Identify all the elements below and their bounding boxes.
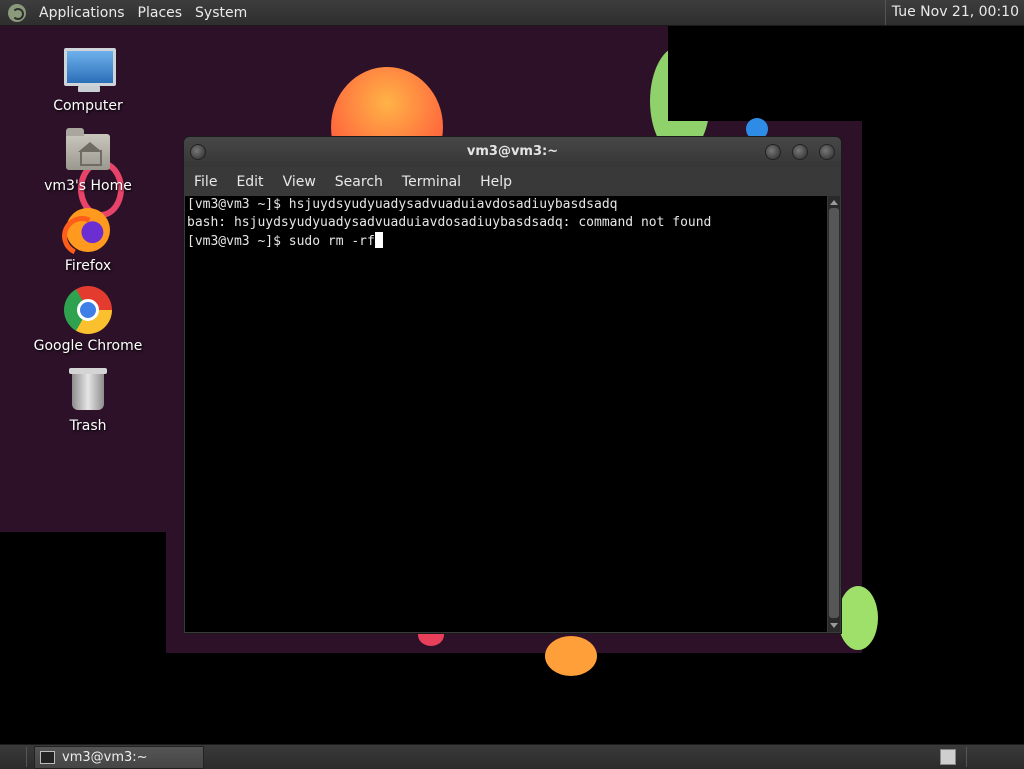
menu-file[interactable]: File xyxy=(194,174,217,190)
workspace-switcher-icon[interactable] xyxy=(940,749,956,765)
scrollbar-thumb[interactable] xyxy=(829,208,839,618)
terminal-titlebar[interactable]: vm3@vm3:~ xyxy=(184,137,841,167)
terminal-line: bash: hsjuydsyudyuadysadvuaduiavdosadiuy… xyxy=(187,215,712,230)
clock[interactable]: Tue Nov 21, 00:10 xyxy=(884,0,1019,25)
scroll-up-icon[interactable] xyxy=(830,200,838,205)
maximize-button[interactable] xyxy=(792,144,808,160)
taskbar-terminal-button[interactable]: vm3@vm3:~ xyxy=(34,746,204,769)
desktop-icon-label: Firefox xyxy=(64,258,112,274)
applications-menu[interactable]: Applications xyxy=(39,5,125,21)
menu-terminal[interactable]: Terminal xyxy=(402,174,461,190)
close-button[interactable] xyxy=(819,144,835,160)
chrome-icon xyxy=(64,286,112,334)
panel-separator xyxy=(26,747,27,767)
mate-logo-icon[interactable] xyxy=(8,3,26,22)
wallpaper-black-region xyxy=(668,26,1024,121)
terminal-line: [vm3@vm3 ~]$ hsjuydsyudyuadysadvuaduiavd… xyxy=(187,197,618,212)
desktop-icon-trash[interactable]: Trash xyxy=(28,366,148,434)
menu-help[interactable]: Help xyxy=(480,174,512,190)
desktop-icon-home[interactable]: vm3's Home xyxy=(28,126,148,194)
system-menu[interactable]: System xyxy=(195,5,247,21)
desktop-icon-label: vm3's Home xyxy=(44,178,132,194)
terminal-scrollbar[interactable] xyxy=(828,196,840,632)
terminal-icon xyxy=(40,751,55,764)
terminal-output[interactable]: [vm3@vm3 ~]$ hsjuydsyudyuadysadvuaduiavd… xyxy=(185,196,827,632)
bottom-panel: vm3@vm3:~ xyxy=(0,744,1024,769)
wallpaper-blob xyxy=(838,586,878,650)
window-title: vm3@vm3:~ xyxy=(466,144,559,159)
top-panel: Applications Places System Tue Nov 21, 0… xyxy=(0,0,1024,26)
wallpaper-blob xyxy=(545,636,597,676)
text-cursor xyxy=(374,232,383,248)
trash-icon xyxy=(64,366,112,414)
computer-icon xyxy=(64,46,116,94)
panel-separator xyxy=(966,747,967,767)
terminal-menubar: File Edit View Search Terminal Help xyxy=(184,167,841,196)
desktop-icon-label: Computer xyxy=(53,98,123,114)
menu-search[interactable]: Search xyxy=(335,174,383,190)
top-menu: Applications Places System xyxy=(8,0,260,25)
desktop-icon-chrome[interactable]: Google Chrome xyxy=(28,286,148,354)
desktop-icon-firefox[interactable]: Firefox xyxy=(28,206,148,274)
desktop-icon-computer[interactable]: Computer xyxy=(28,46,148,114)
desktop-icon-label: Trash xyxy=(69,418,107,434)
places-menu[interactable]: Places xyxy=(138,5,183,21)
terminal-current-input[interactable]: [vm3@vm3 ~]$ sudo rm -rf xyxy=(187,234,375,249)
desktop-icon-label: Google Chrome xyxy=(33,338,143,354)
menu-edit[interactable]: Edit xyxy=(236,174,263,190)
firefox-icon xyxy=(64,206,112,254)
taskbar-label: vm3@vm3:~ xyxy=(62,750,148,765)
scroll-down-icon[interactable] xyxy=(830,623,838,628)
menu-view[interactable]: View xyxy=(283,174,316,190)
minimize-button[interactable] xyxy=(765,144,781,160)
home-folder-icon xyxy=(64,126,112,174)
terminal-window[interactable]: vm3@vm3:~ File Edit View Search Terminal… xyxy=(183,136,842,634)
terminal-prompt-line[interactable]: [vm3@vm3 ~]$ sudo rm -rf xyxy=(185,232,827,251)
